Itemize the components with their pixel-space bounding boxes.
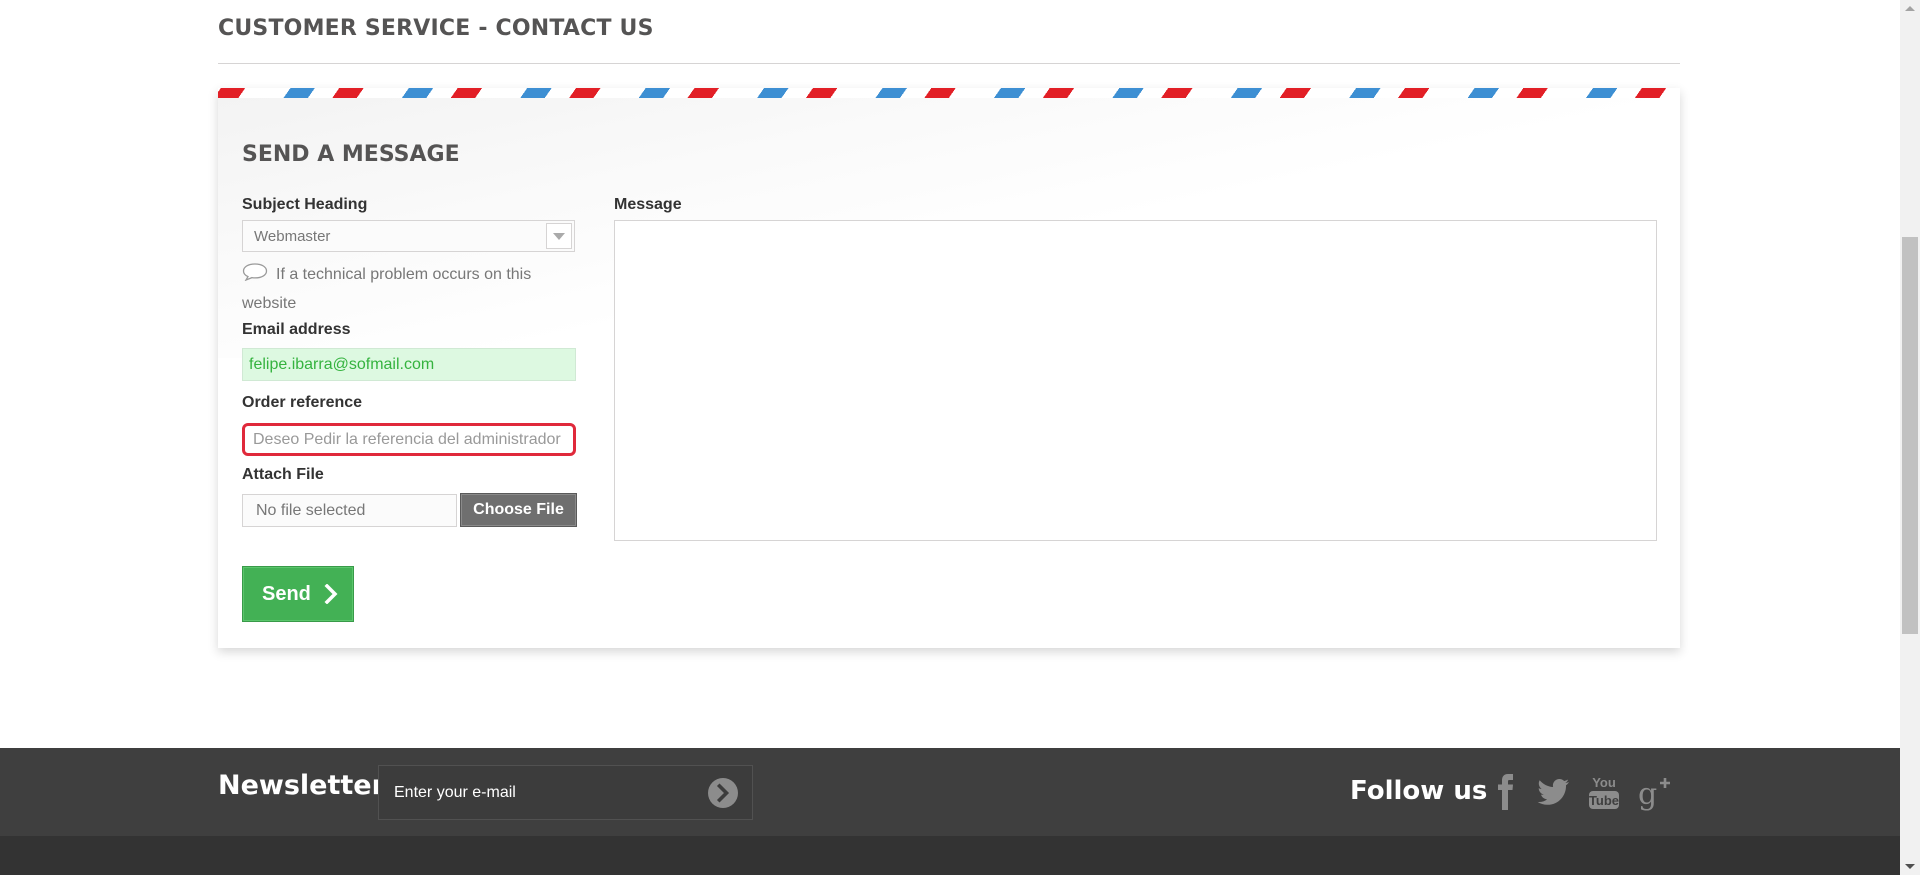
- footer: Newsletter Enter your e-mail Follow us Y…: [0, 748, 1900, 836]
- scroll-down-arrow-icon[interactable]: [1905, 864, 1915, 869]
- scroll-up-arrow-icon[interactable]: [1905, 6, 1915, 11]
- subject-select[interactable]: Webmaster: [242, 220, 575, 252]
- file-name-display[interactable]: No file selected: [242, 494, 457, 527]
- svg-text:You: You: [1592, 775, 1616, 790]
- google-plus-icon[interactable]: g: [1638, 772, 1672, 812]
- scroll-thumb[interactable]: [1902, 237, 1918, 634]
- airmail-stripes: [218, 88, 1680, 98]
- subject-label: Subject Heading: [242, 196, 368, 213]
- contact-page: CUSTOMER SERVICE - CONTACT US SEND A MES…: [0, 0, 1920, 875]
- email-label: Email address: [242, 321, 351, 338]
- subject-select-value: Webmaster: [254, 228, 331, 245]
- page-title: CUSTOMER SERVICE - CONTACT US: [218, 16, 1680, 64]
- form-title: SEND A MESSAGE: [242, 142, 460, 167]
- vertical-scrollbar[interactable]: [1900, 0, 1920, 875]
- subject-hint-text: If a technical problem occurs on this we…: [242, 266, 532, 312]
- twitter-icon[interactable]: [1537, 772, 1571, 812]
- contact-form-card: SEND A MESSAGE Subject Heading Webmaster…: [218, 88, 1680, 648]
- chevron-down-icon[interactable]: [546, 223, 572, 249]
- attach-file-label: Attach File: [242, 466, 324, 483]
- message-label: Message: [614, 196, 682, 213]
- send-button[interactable]: Send: [242, 566, 354, 622]
- speech-bubble-icon: [242, 263, 268, 281]
- footer-bottom-bar: [0, 836, 1900, 875]
- facebook-icon[interactable]: [1495, 772, 1517, 812]
- subject-hint: If a technical problem occurs on this we…: [242, 260, 575, 318]
- send-button-label: Send: [262, 583, 311, 605]
- newsletter-email-input[interactable]: Enter your e-mail: [378, 765, 753, 820]
- svg-text:g: g: [1638, 777, 1657, 812]
- order-reference-input[interactable]: Deseo Pedir la referencia del administra…: [242, 423, 576, 456]
- choose-file-button[interactable]: Choose File: [460, 493, 577, 527]
- newsletter-submit-icon[interactable]: [707, 777, 739, 809]
- chevron-right-icon: [324, 584, 338, 604]
- follow-us-title: Follow us: [1350, 776, 1488, 806]
- message-textarea[interactable]: [614, 220, 1657, 541]
- order-reference-label: Order reference: [242, 394, 363, 411]
- email-field[interactable]: felipe.ibarra@sofmail.com: [242, 348, 576, 381]
- svg-text:Tube: Tube: [1589, 793, 1619, 808]
- newsletter-title: Newsletter: [218, 770, 385, 801]
- youtube-icon[interactable]: You Tube: [1588, 772, 1620, 812]
